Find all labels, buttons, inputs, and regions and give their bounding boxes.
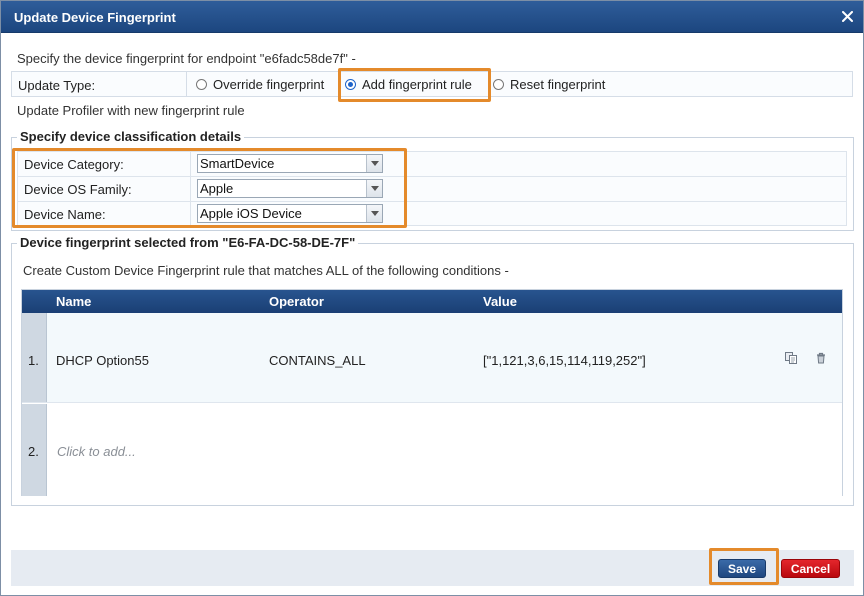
dialog-title: Update Device Fingerprint xyxy=(14,10,176,25)
reset-fingerprint-label: Reset fingerprint xyxy=(510,77,606,92)
classification-legend: Specify device classification details xyxy=(17,129,245,144)
highlight-classification xyxy=(12,148,407,228)
highlight-add-rule xyxy=(338,68,491,102)
row-number-cell: 2. xyxy=(22,404,47,496)
close-icon xyxy=(841,10,853,22)
row-number: 1. xyxy=(28,353,39,368)
rule-name-cell: DHCP Option55 xyxy=(56,353,149,368)
override-fingerprint-radio[interactable] xyxy=(196,79,207,90)
fingerprint-legend: Device fingerprint selected from "E6-FA-… xyxy=(17,235,359,250)
override-fingerprint-option[interactable]: Override fingerprint xyxy=(196,77,324,92)
rule-operator-cell: CONTAINS_ALL xyxy=(269,353,366,368)
column-header-value[interactable]: Value xyxy=(483,294,517,309)
column-header-name[interactable]: Name xyxy=(56,294,91,309)
table-header: Name Operator Value xyxy=(22,290,842,313)
trash-icon[interactable] xyxy=(814,351,828,365)
column-header-operator[interactable]: Operator xyxy=(269,294,324,309)
row-number-cell: 1. xyxy=(22,313,47,402)
copy-icon[interactable] xyxy=(784,351,798,365)
profiler-note: Update Profiler with new fingerprint rul… xyxy=(17,103,245,118)
click-to-add-link[interactable]: Click to add... xyxy=(57,444,136,459)
update-fingerprint-dialog: Update Device Fingerprint Specify the de… xyxy=(0,0,864,596)
create-rule-note: Create Custom Device Fingerprint rule th… xyxy=(23,263,509,278)
reset-fingerprint-radio[interactable] xyxy=(493,79,504,90)
close-button[interactable] xyxy=(835,5,859,27)
row-number: 2. xyxy=(28,444,39,459)
dialog-titlebar: Update Device Fingerprint xyxy=(1,1,863,33)
cancel-button[interactable]: Cancel xyxy=(781,559,840,578)
fingerprint-rules-table: Name Operator Value 1. DHCP Option55 CON… xyxy=(21,289,843,496)
dialog-subtitle: Specify the device fingerprint for endpo… xyxy=(17,51,356,66)
table-row[interactable]: 1. DHCP Option55 CONTAINS_ALL ["1,121,3,… xyxy=(22,313,842,403)
divider xyxy=(186,72,187,96)
rule-value-cell: ["1,121,3,6,15,114,119,252"] xyxy=(483,353,646,368)
highlight-save xyxy=(709,548,779,585)
reset-fingerprint-option[interactable]: Reset fingerprint xyxy=(493,77,605,92)
override-fingerprint-label: Override fingerprint xyxy=(213,77,325,92)
update-type-label: Update Type: xyxy=(18,78,96,93)
table-row-add[interactable]: 2. Click to add... xyxy=(22,404,842,496)
